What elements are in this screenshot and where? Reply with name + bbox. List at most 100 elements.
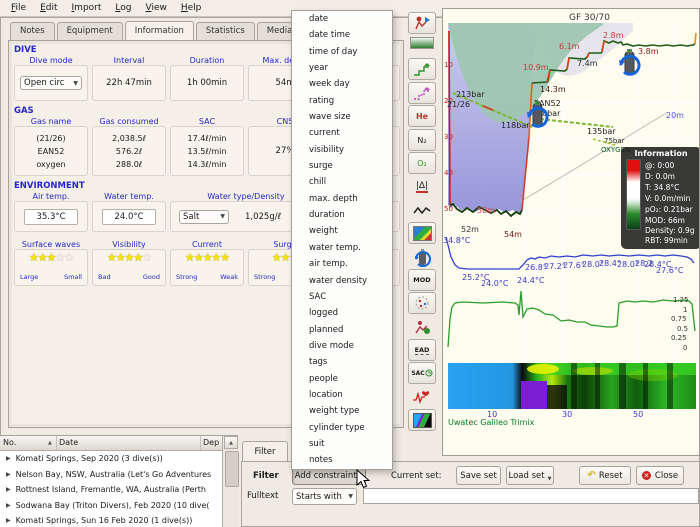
- load-set-button[interactable]: Load set▼: [506, 466, 554, 485]
- sac-rate-button[interactable]: SAC: [408, 362, 436, 384]
- context-menu-item[interactable]: air temp.: [292, 256, 392, 272]
- menu-item[interactable]: Import: [65, 2, 109, 14]
- tab[interactable]: Statistics: [196, 22, 255, 41]
- context-menu-item[interactable]: tags: [292, 354, 392, 370]
- context-menu-item[interactable]: rating: [292, 93, 392, 109]
- context-menu-item[interactable]: weight: [292, 223, 392, 239]
- fulltext-mode-select[interactable]: Starts with▼: [292, 488, 357, 505]
- rating-stars-box[interactable]: ★★★★★ Large Small: [14, 249, 88, 286]
- tissue-heatmap-button[interactable]: [408, 409, 436, 431]
- calc-ceiling-button[interactable]: [408, 58, 436, 80]
- menu-item[interactable]: View: [138, 2, 173, 14]
- air-temp-input[interactable]: 35.3°C: [24, 209, 78, 225]
- context-menu-item[interactable]: cylinder type: [292, 420, 392, 436]
- column-depth[interactable]: Dep: [203, 438, 219, 447]
- context-menu-item[interactable]: people: [292, 371, 392, 387]
- photos-button[interactable]: [408, 222, 436, 244]
- dive-trip-row[interactable]: ▶Komati Springs, Sun 16 Feb 2020 (1 dive…: [0, 513, 222, 527]
- dive-trip-row[interactable]: ▶Sodwana Bay (Triton Divers), Feb 2020 (…: [0, 498, 222, 514]
- context-menu-item[interactable]: wave size: [292, 109, 392, 125]
- dive-trip-row[interactable]: ▶Rottnest Island, Fremantle, WA, Austral…: [0, 482, 222, 498]
- he-graph-button[interactable]: He: [408, 105, 436, 127]
- context-menu-item[interactable]: SAC: [292, 289, 392, 305]
- expander-icon[interactable]: ▶: [6, 502, 11, 509]
- context-menu-item[interactable]: date time: [292, 27, 392, 43]
- ead-button[interactable]: EAD: [408, 339, 436, 361]
- context-menu-item[interactable]: suit: [292, 436, 392, 452]
- rating-stars-box[interactable]: ★★★★★ Strong Weak: [170, 249, 244, 286]
- rating-stars-box[interactable]: ★★★★★ Bad Good: [92, 249, 166, 286]
- column-divider[interactable]: [56, 436, 57, 450]
- save-set-button[interactable]: Save set: [456, 466, 501, 485]
- context-menu-item[interactable]: current: [292, 125, 392, 141]
- fulltext-input[interactable]: [363, 488, 699, 504]
- n2-graph-button[interactable]: N₂: [408, 129, 436, 151]
- column-date[interactable]: Date: [59, 438, 78, 447]
- star-rating[interactable]: ★★★★★: [93, 251, 165, 264]
- expander-icon[interactable]: ▶: [6, 517, 11, 524]
- star-rating[interactable]: ★★★★★: [171, 251, 243, 264]
- menu-item[interactable]: File: [4, 2, 33, 14]
- context-menu-item[interactable]: notes: [292, 452, 392, 468]
- water-type-select[interactable]: Salt▼: [179, 210, 229, 224]
- context-menu-item[interactable]: surge: [292, 158, 392, 174]
- scroll-up-icon[interactable]: ▲: [224, 436, 238, 449]
- delta-depth-button[interactable]: |Δ|: [408, 176, 436, 198]
- context-menu-item[interactable]: date: [292, 11, 392, 27]
- scatter-button[interactable]: [408, 292, 436, 314]
- context-menu-item[interactable]: time of day: [292, 44, 392, 60]
- context-menu-item[interactable]: max. depth: [292, 191, 392, 207]
- dive-mode-label: Dive mode: [14, 56, 88, 65]
- close-button[interactable]: ✕Close: [636, 466, 684, 485]
- chart-label: Uwatec Galileo Trimix: [448, 418, 534, 427]
- scrollbar-thumb[interactable]: [225, 451, 239, 487]
- gas-consumed-label: Gas consumed: [92, 117, 166, 126]
- context-menu-item[interactable]: water density: [292, 273, 392, 289]
- tank-change-icon: [617, 47, 641, 79]
- star-rating[interactable]: ★★★★★: [15, 251, 87, 264]
- menu-item[interactable]: Edit: [33, 2, 64, 14]
- tab[interactable]: Notes: [10, 22, 55, 41]
- chart-label: 0: [683, 344, 687, 352]
- mod-button[interactable]: MOD: [408, 269, 436, 291]
- dc-ceiling-button[interactable]: [408, 82, 436, 104]
- dive-list-scrollbar[interactable]: ▲: [222, 436, 238, 527]
- chart-label: 6.1m: [559, 42, 580, 51]
- o2-graph-button[interactable]: O₂: [408, 152, 436, 174]
- column-no[interactable]: No.: [3, 438, 16, 447]
- expander-icon[interactable]: ▶: [6, 455, 11, 462]
- context-menu-item[interactable]: duration: [292, 207, 392, 223]
- menu-item[interactable]: Log: [108, 2, 138, 14]
- context-menu-item[interactable]: visibility: [292, 142, 392, 158]
- chevron-down-icon: ▼: [548, 476, 552, 484]
- dive-trip-row[interactable]: ▶Komati Springs, Sep 2020 (3 dive(s)): [0, 451, 222, 467]
- context-menu-item[interactable]: water temp.: [292, 240, 392, 256]
- column-divider[interactable]: [200, 436, 201, 450]
- menu-item[interactable]: Help: [174, 2, 209, 14]
- dive-trip-row[interactable]: ▶Nelson Bay, NSW, Australia (Let's Go Ad…: [0, 467, 222, 483]
- context-menu-item[interactable]: week day: [292, 76, 392, 92]
- diver-marker-button[interactable]: [408, 12, 436, 34]
- context-menu-item[interactable]: weight type: [292, 403, 392, 419]
- context-menu-item[interactable]: planned: [292, 322, 392, 338]
- info-overlay-row: T: 34.8°C: [645, 183, 679, 192]
- expander-icon[interactable]: ▶: [6, 471, 11, 478]
- dive-mode-select[interactable]: Open circ▼: [20, 76, 82, 90]
- context-menu-item[interactable]: year: [292, 60, 392, 76]
- tab[interactable]: Information: [125, 21, 194, 40]
- ndl-button[interactable]: [408, 316, 436, 338]
- tab[interactable]: Equipment: [57, 22, 123, 41]
- clock-icon: [425, 369, 433, 377]
- heart-rate-button[interactable]: [408, 386, 436, 408]
- tank-bar-button[interactable]: [408, 246, 436, 268]
- depth-rate-button[interactable]: [408, 199, 436, 221]
- filter-tab[interactable]: Filter: [242, 441, 288, 462]
- context-menu-item[interactable]: chill: [292, 174, 392, 190]
- context-menu-item[interactable]: location: [292, 387, 392, 403]
- expander-icon[interactable]: ▶: [6, 486, 11, 493]
- dive-list-header: No. ▲ Date Dep: [0, 436, 238, 451]
- reset-button[interactable]: ↶Reset: [579, 466, 631, 485]
- context-menu-item[interactable]: dive mode: [292, 338, 392, 354]
- context-menu-item[interactable]: logged: [292, 305, 392, 321]
- water-temp-input[interactable]: 24.0°C: [102, 209, 156, 225]
